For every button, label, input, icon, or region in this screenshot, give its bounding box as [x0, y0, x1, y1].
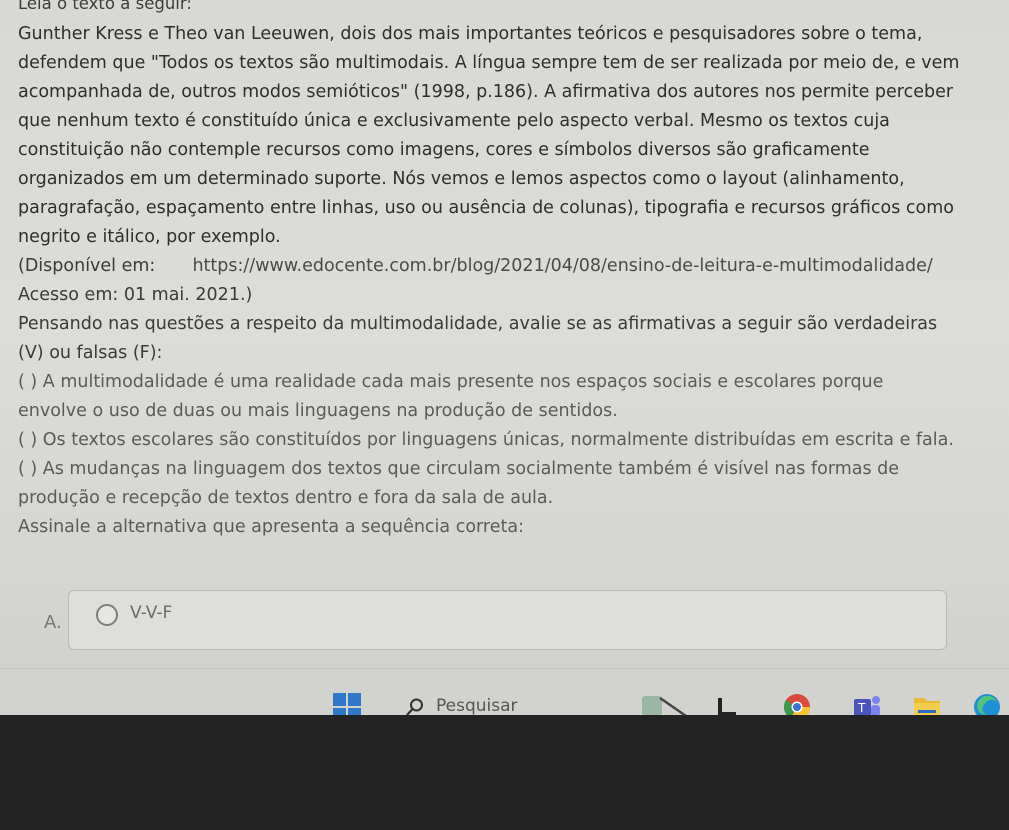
passage-line: organizados em um determinado suporte. N… [18, 169, 905, 189]
question-content: Leia o texto a seguir: Gunther Kress e T… [18, 0, 986, 542]
passage-line: paragrafação, espaçamento entre linhas, … [18, 198, 955, 218]
answer-option-a[interactable] [68, 590, 947, 650]
answer-prompt: Assinale a alternativa que apresenta a s… [18, 517, 524, 537]
option-letter: A. [44, 612, 62, 633]
statement-3-line: ( ) As mudanças na linguagem dos textos … [18, 459, 900, 479]
passage-line: acompanhada de, outros modos semióticos"… [18, 82, 954, 102]
access-line: Acesso em: 01 mai. 2021.) [18, 285, 253, 305]
passage-line: constituição não contemple recursos como… [18, 140, 870, 160]
monitor-bezel [0, 715, 1009, 830]
source-line: (Disponível em: https://www.edocente.com… [18, 252, 986, 281]
passage-line: defendem que "Todos os textos são multim… [18, 53, 960, 73]
browser-viewport: Leia o texto a seguir: Gunther Kress e T… [0, 0, 1009, 715]
option-text: V-V-F [130, 603, 173, 623]
svg-text:T: T [857, 701, 866, 715]
instruction-line: (V) ou falsas (F): [18, 343, 163, 363]
statement-1-line: envolve o uso de duas ou mais linguagens… [18, 401, 618, 421]
radio-button[interactable] [96, 604, 118, 626]
passage-line: negrito e itálico, por exemplo. [18, 227, 281, 247]
statement-2: ( ) Os textos escolares são constituídos… [18, 430, 954, 450]
search-placeholder: Pesquisar [436, 696, 518, 716]
divider [0, 668, 1009, 669]
source-url-link[interactable]: https://www.edocente.com.br/blog/2021/04… [192, 256, 932, 276]
statement-3-line: produção e recepção de textos dentro e f… [18, 488, 554, 508]
passage-line: que nenhum texto é constituído única e e… [18, 111, 890, 131]
passage-line: Gunther Kress e Theo van Leeuwen, dois d… [18, 24, 923, 44]
instruction-line: Pensando nas questões a respeito da mult… [18, 314, 938, 334]
source-label: (Disponível em: [18, 256, 156, 276]
passage: Gunther Kress e Theo van Leeuwen, dois d… [18, 20, 986, 252]
question-header: Leia o texto a seguir: [18, 0, 192, 13]
statement-1-line: ( ) A multimodalidade é uma realidade ca… [18, 372, 884, 392]
